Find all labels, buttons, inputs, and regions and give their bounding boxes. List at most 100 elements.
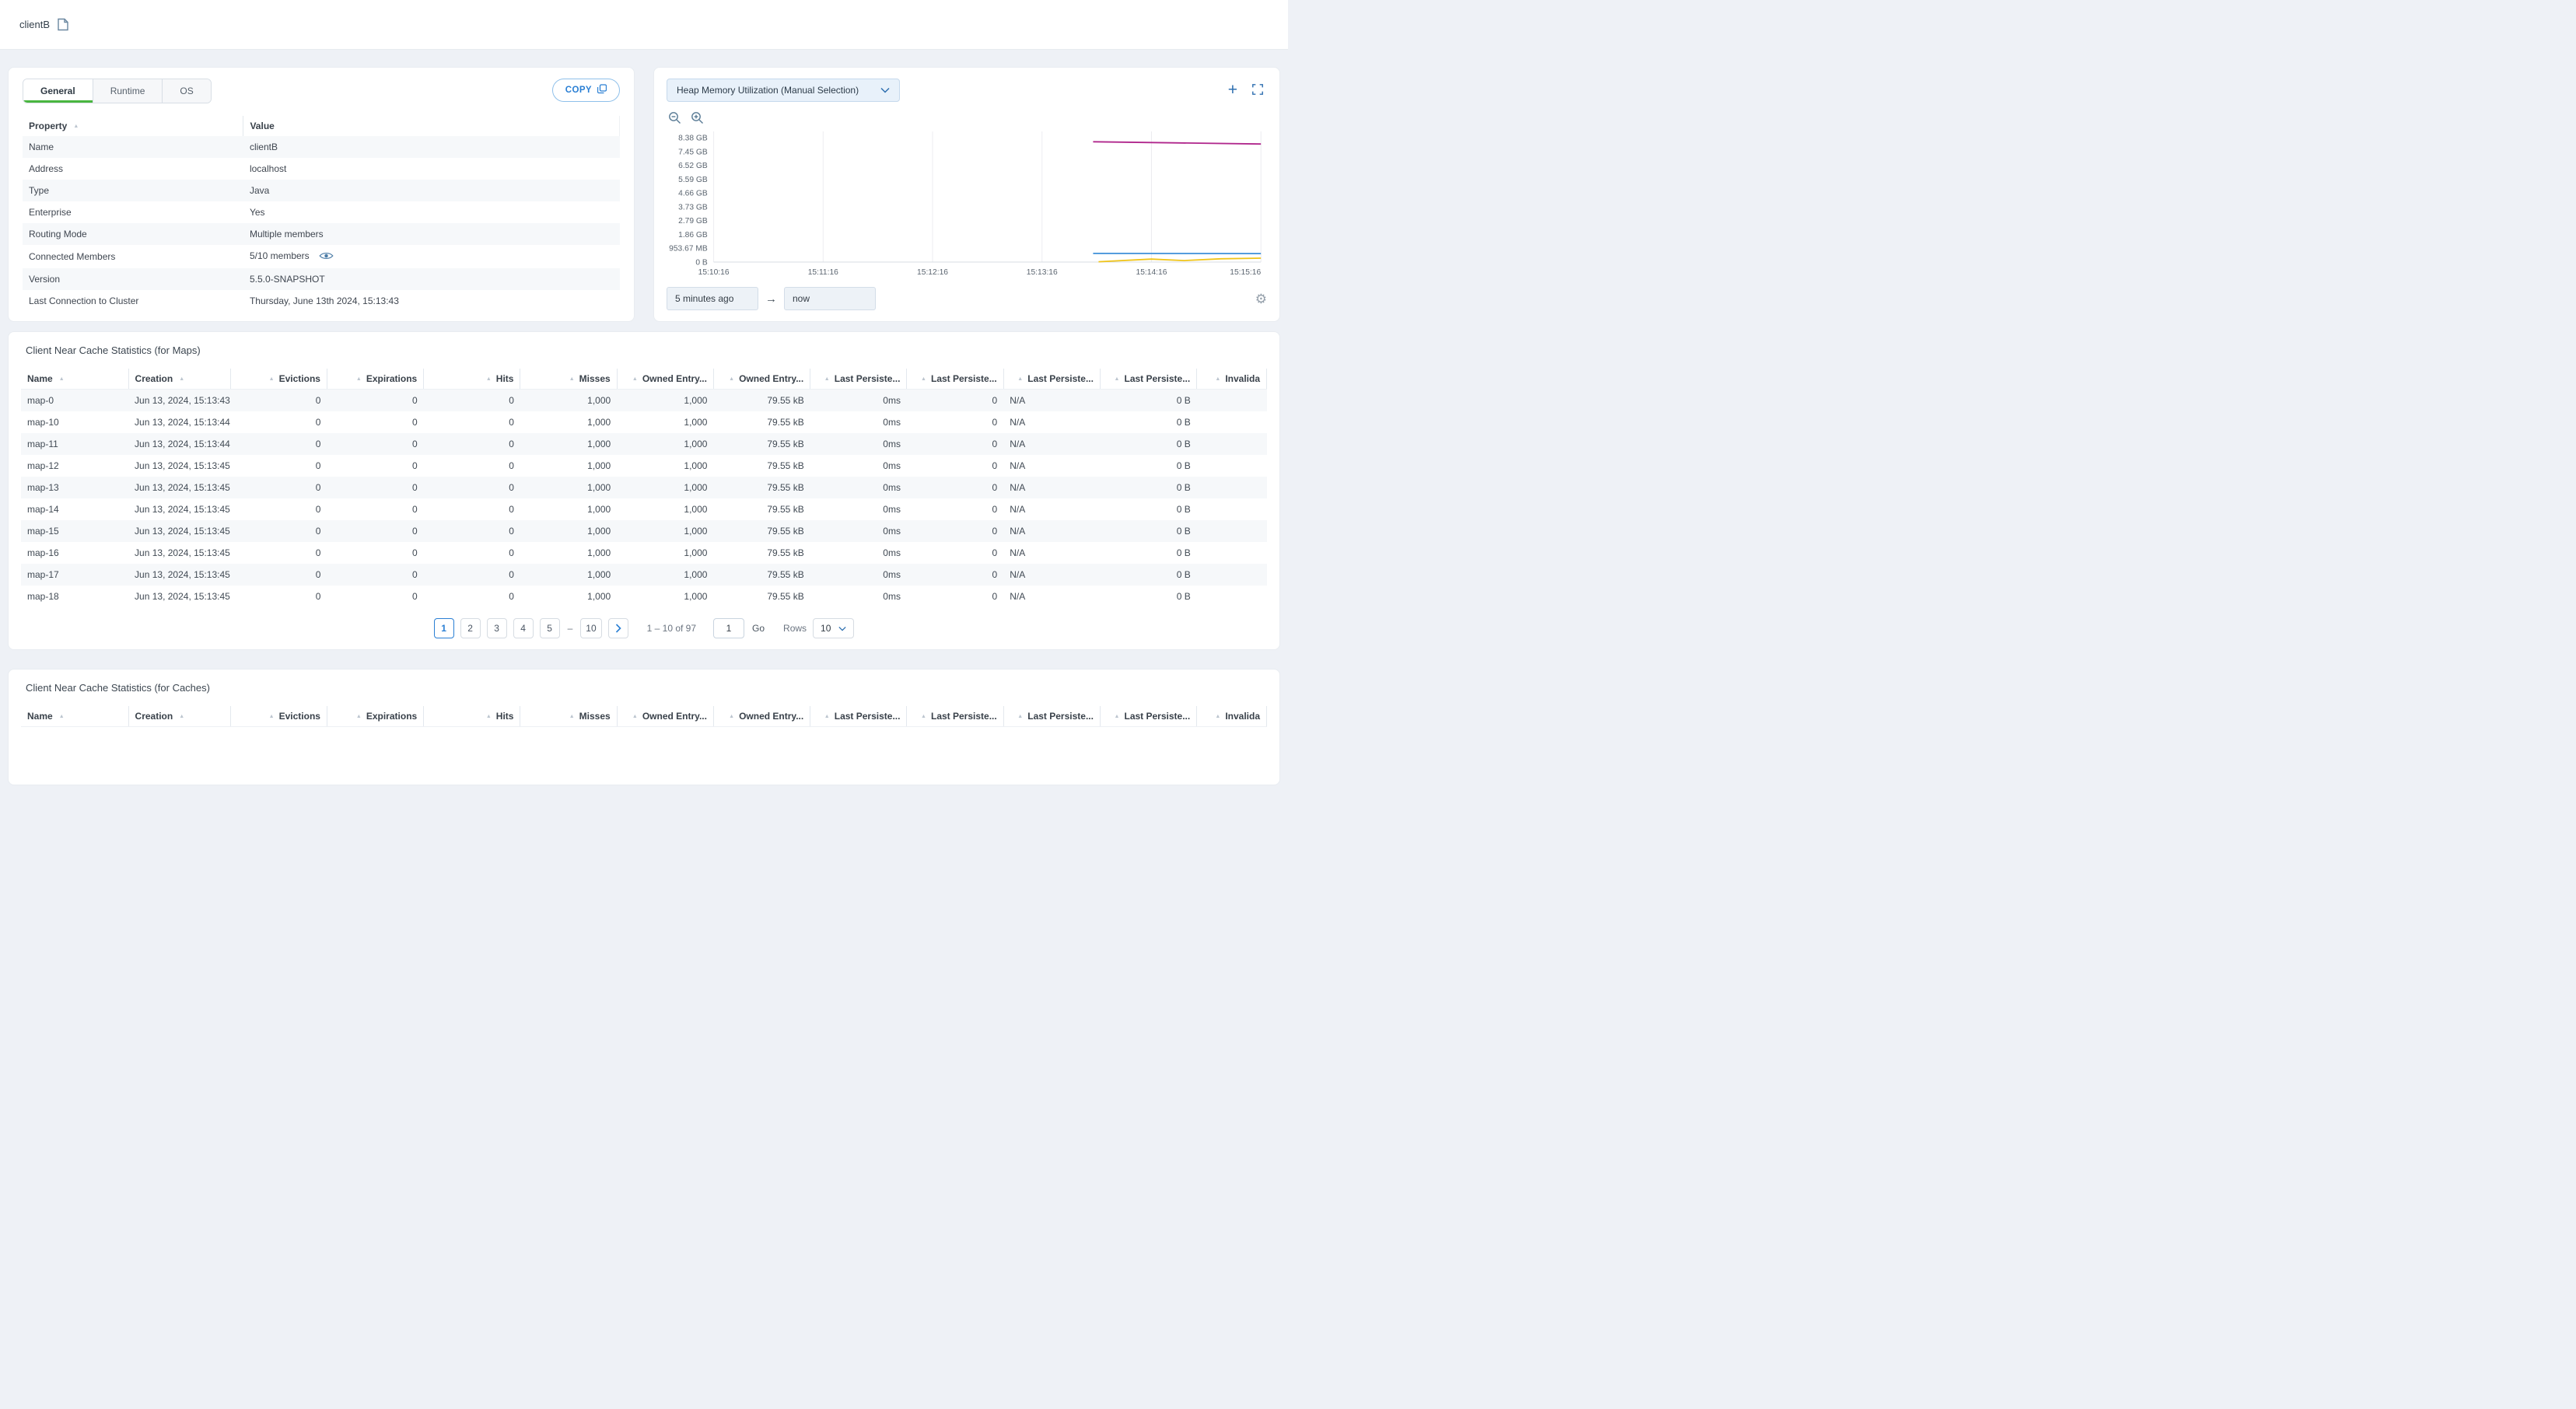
rows-per-page-value: 10 [821, 623, 831, 634]
column-header-evictions[interactable]: ▲ Evictions [230, 369, 327, 390]
cell-evictions: 0 [315, 569, 321, 580]
cell-last-persiste: 0 [992, 482, 998, 493]
cell-last-persiste: 0 B [1176, 417, 1191, 428]
column-header-hits[interactable]: ▲ Hits [423, 706, 521, 727]
column-header-name[interactable]: Name ▲ [21, 369, 129, 390]
column-header-owned-entry[interactable]: ▲ Owned Entry... [713, 706, 811, 727]
heap-memory-chart[interactable]: 8.38 GB 7.45 GB 6.52 GB 5.59 GB 4.66 GB 3.73 … [667, 128, 1267, 281]
column-header-last-persiste[interactable]: ▲ Last Persiste... [906, 369, 1004, 390]
cell-last-persiste: 0ms [883, 439, 901, 449]
column-header-creation[interactable]: Creation ▲ [128, 369, 231, 390]
column-header-last-persiste[interactable]: ▲ Last Persiste... [810, 706, 908, 727]
property-row: Last Connection to Cluster Thursday, June… [23, 290, 620, 312]
cell-name: map-11 [27, 439, 58, 449]
metric-select-value: Heap Memory Utilization (Manual Selectio… [677, 85, 859, 96]
column-header-last-persiste[interactable]: ▲ Last Persiste... [1100, 706, 1198, 727]
page-button-4[interactable]: 4 [513, 618, 534, 638]
cell-hits: 0 [509, 547, 514, 558]
table-row: map-15 Jun 13, 2024, 15:13:45 0 0 0 1,000 1,00… [21, 520, 1267, 542]
cell-last-persiste: 0 B [1176, 460, 1191, 471]
series-max-heap [1093, 141, 1262, 145]
cell-creation: Jun 13, 2024, 15:13:45 [135, 526, 230, 537]
eye-icon[interactable] [319, 252, 334, 263]
settings-gear-icon[interactable]: ⚙ [1255, 292, 1267, 306]
cell-owned-entry: 79.55 kB [767, 482, 804, 493]
cell-creation: Jun 13, 2024, 15:13:45 [135, 460, 230, 471]
column-header-last-persiste[interactable]: ▲ Last Persiste... [1003, 369, 1101, 390]
tab-os[interactable]: OS [163, 79, 211, 103]
cell-hits: 0 [509, 439, 514, 449]
series-used-heap [1098, 257, 1262, 263]
column-header-owned-entry[interactable]: ▲ Owned Entry... [617, 369, 714, 390]
sort-caret-icon: ▲ [58, 376, 65, 382]
column-header-name[interactable]: Name ▲ [21, 706, 129, 727]
cell-name: map-10 [27, 417, 59, 428]
table-row: map-13 Jun 13, 2024, 15:13:45 0 0 0 1,000 1,00… [21, 477, 1267, 498]
cell-hits: 0 [509, 482, 514, 493]
column-header-last-persiste[interactable]: ▲ Last Persiste... [906, 706, 1004, 727]
cell-last-persiste: 0 [992, 417, 998, 428]
goto-page-input[interactable] [713, 618, 745, 638]
cell-last-persiste: 0ms [883, 504, 901, 515]
cell-hits: 0 [509, 591, 514, 602]
column-header-hits[interactable]: ▲ Hits [423, 369, 521, 390]
column-header-last-persiste[interactable]: ▲ Last Persiste... [1003, 706, 1101, 727]
column-header-label: Last Persiste... [834, 711, 901, 722]
column-header-creation[interactable]: Creation ▲ [128, 706, 231, 727]
chevron-down-icon [838, 623, 847, 634]
cell-last-persiste: 0 B [1176, 439, 1191, 449]
page-button-5[interactable]: 5 [539, 618, 560, 638]
property-row: Routing Mode Multiple members [23, 223, 620, 245]
column-header-invalida[interactable]: ▲ Invalida [1196, 369, 1267, 390]
zoom-out-icon[interactable] [668, 111, 681, 127]
cell-expirations: 0 [412, 526, 418, 537]
property-name: Type [29, 185, 50, 196]
next-page-button[interactable] [607, 618, 628, 638]
general-panel: General Runtime OS COPY Property ▲ Value… [8, 67, 635, 322]
page-button-1[interactable]: 1 [433, 618, 454, 638]
column-header-invalida[interactable]: ▲ Invalida [1196, 706, 1267, 727]
cell-evictions: 0 [315, 504, 321, 515]
time-from-input[interactable] [667, 287, 758, 310]
page-button-2[interactable]: 2 [460, 618, 481, 638]
column-header-owned-entry[interactable]: ▲ Owned Entry... [617, 706, 714, 727]
column-header-last-persiste[interactable]: ▲ Last Persiste... [1100, 369, 1198, 390]
cell-hits: 0 [509, 504, 514, 515]
column-header-evictions[interactable]: ▲ Evictions [230, 706, 327, 727]
time-to-input[interactable] [784, 287, 876, 310]
column-header-misses[interactable]: ▲ Misses [520, 706, 618, 727]
page-header: clientB [0, 0, 1288, 50]
column-header-misses[interactable]: ▲ Misses [520, 369, 618, 390]
column-header-expirations[interactable]: ▲ Expirations [327, 706, 425, 727]
rows-per-page-select[interactable]: 10 [813, 618, 855, 638]
table-row: map-0 Jun 13, 2024, 15:13:43 0 0 0 1,000 1,000… [21, 389, 1267, 411]
page-button-10[interactable]: 10 [580, 618, 602, 638]
column-header-last-persiste[interactable]: ▲ Last Persiste... [810, 369, 908, 390]
fullscreen-icon[interactable] [1251, 83, 1264, 98]
column-header-label: Last Persiste... [930, 711, 997, 722]
column-header-owned-entry[interactable]: ▲ Owned Entry... [713, 369, 811, 390]
general-panel-head: General Runtime OS COPY [23, 79, 620, 103]
cell-creation: Jun 13, 2024, 15:13:43 [135, 395, 230, 406]
column-header-label: Owned Entry... [739, 711, 804, 722]
column-header-label: Creation [135, 373, 173, 384]
add-chart-icon[interactable]: + [1228, 82, 1237, 98]
column-header-label: Misses [579, 711, 611, 722]
zoom-in-icon[interactable] [691, 111, 704, 127]
document-icon[interactable] [58, 18, 68, 31]
page-button-3[interactable]: 3 [486, 618, 507, 638]
column-header-expirations[interactable]: ▲ Expirations [327, 369, 425, 390]
cell-evictions: 0 [315, 526, 321, 537]
column-header-label: Hits [495, 373, 514, 384]
go-button[interactable]: Go [752, 623, 765, 634]
metric-select[interactable]: Heap Memory Utilization (Manual Selectio… [667, 79, 900, 102]
cell-owned-entry: 1,000 [684, 417, 708, 428]
column-header-property[interactable]: Property ▲ [23, 116, 244, 136]
copy-button[interactable]: COPY [551, 79, 620, 102]
cell-name: map-15 [27, 526, 59, 537]
tab-runtime[interactable]: Runtime [93, 79, 163, 103]
sort-caret-icon: ▲ [1017, 376, 1024, 382]
tab-general[interactable]: General [23, 79, 93, 103]
svg-text:8.38 GB: 8.38 GB [678, 134, 708, 142]
svg-text:3.73 GB: 3.73 GB [678, 203, 708, 212]
